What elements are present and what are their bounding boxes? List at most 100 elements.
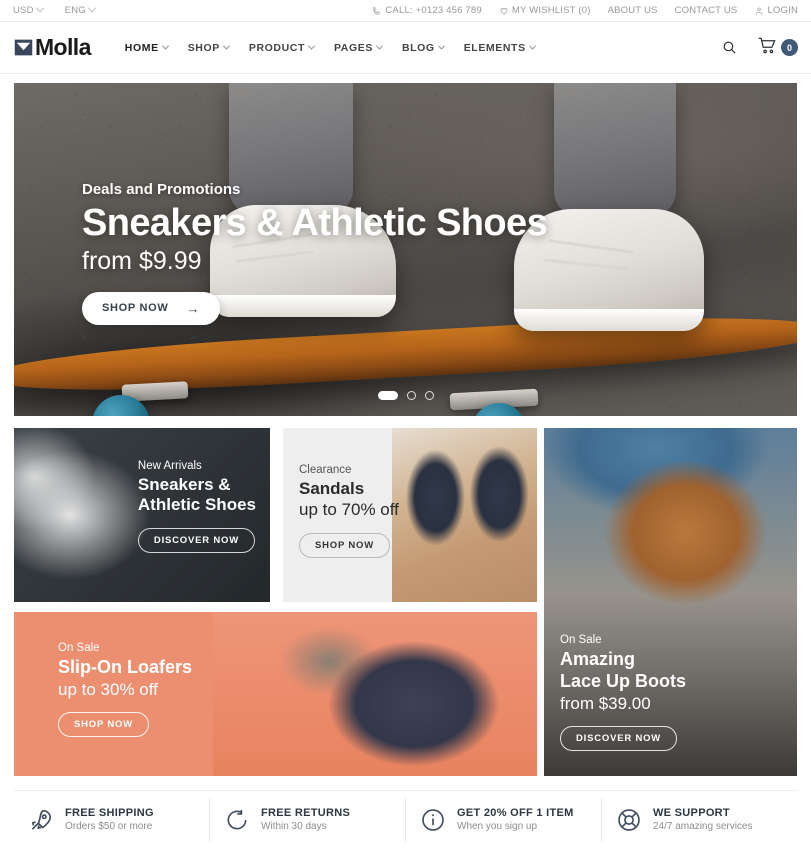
promo-kicker: On Sale [58,642,100,654]
main-navigation: HOME SHOP PRODUCT PAGES BLOG ELEMENTS [123,36,537,60]
promo-card-loafers-image [212,612,537,776]
nav-item-shop[interactable]: SHOP [186,36,231,60]
promo-title-line2: Lace Up Boots [560,670,687,691]
feature-text: FREE SHIPPING Orders $50 or more [65,807,154,832]
login-link[interactable]: LOGIN [754,5,798,16]
language-selector[interactable]: ENG [64,3,97,16]
chevron-down-icon [222,42,230,50]
wishlist-label: MY WISHLIST (0) [511,5,591,16]
promo-kicker: Clearance [299,464,352,476]
nav-label-blog: BLOG [401,41,435,54]
chevron-down-icon [437,42,445,50]
login-label: LOGIN [767,5,798,16]
feature-title: FREE RETURNS [261,807,351,819]
chevron-down-icon [87,3,97,12]
promo-card-boots-body: On Sale Amazing Lace Up Boots from $39.0… [560,634,687,752]
chevron-down-icon [375,42,384,50]
hero-slider[interactable]: Deals and Promotions Sneakers & Athletic… [14,83,797,416]
feature-text: FREE RETURNS Within 30 days [261,807,350,832]
promo-grid: New Arrivals Sneakers & Athletic Shoes D… [14,428,797,776]
hero-shop-now-button[interactable]: SHOP NOW → [82,291,221,325]
service-feature-bar: FREE SHIPPING Orders $50 or more FREE RE… [14,790,797,848]
nav-label-elements: ELEMENTS [463,41,526,54]
shop-now-button[interactable]: SHOP NOW [58,712,150,738]
nav-label-product: PRODUCT [248,41,305,54]
hero-shop-now-label: SHOP NOW [102,302,169,315]
discover-now-button[interactable]: DISCOVER NOW [137,527,255,553]
cart-button[interactable]: 0 [758,36,798,60]
call-label: CALL: +0123 456 789 [385,5,482,16]
nav-item-home[interactable]: HOME [123,36,170,60]
promo-subtitle: from $39.00 [560,693,651,713]
header-actions: 0 [721,36,798,60]
chevron-down-icon [528,42,536,50]
promo-title: Slip-On Loafers [58,657,193,677]
nav-item-blog[interactable]: BLOG [400,36,446,60]
promo-card-sandals[interactable]: Clearance Sandals up to 70% off SHOP NOW [283,428,537,602]
feature-get-20-off: GET 20% OFF 1 ITEM When you sign up [405,797,601,842]
hero-content: Deals and Promotions Sneakers & Athletic… [82,181,548,325]
call-link[interactable]: CALL: +0123 456 789 [372,5,482,16]
promo-card-sneakers-body: New Arrivals Sneakers & Athletic Shoes D… [137,460,256,553]
feature-subtitle: Orders $50 or more [65,821,153,832]
promo-card-loafers[interactable]: On Sale Slip-On Loafers up to 30% off SH… [14,612,537,776]
nav-item-product[interactable]: PRODUCT [247,36,316,60]
nav-label-home: HOME [124,41,159,54]
logo-text: Molla [35,34,91,60]
chevron-down-icon [307,42,316,50]
feature-title: GET 20% OFF 1 ITEM [457,807,574,819]
discover-now-button[interactable]: DISCOVER NOW [560,726,678,752]
language-label: ENG [64,5,86,16]
contact-us-label: CONTACT US [674,5,738,16]
feature-we-support: WE SUPPORT 24/7 amazing services [601,797,797,842]
site-header: Molla HOME SHOP PRODUCT PAGES BLOG ELEME… [0,22,811,74]
hero-title: Sneakers & Athletic Shoes [82,202,548,244]
promo-title-line2: Athletic Shoes [137,495,256,515]
chevron-down-icon [35,3,44,12]
top-bar-left: USD ENG [13,3,97,16]
wishlist-link[interactable]: MY WISHLIST (0) [499,5,591,16]
feature-subtitle: When you sign up [457,821,538,832]
phone-icon [372,6,382,16]
hero-price: from $9.99 [82,246,202,275]
top-bar: USD ENG CALL: +0123 456 789 MY WISHLIST … [0,0,811,22]
about-us-link[interactable]: ABOUT US [608,5,658,16]
hero-dot-3[interactable] [424,391,434,400]
nav-item-elements[interactable]: ELEMENTS [462,36,537,60]
molla-m-icon [13,37,34,58]
hero-jeans-right [554,83,676,217]
currency-label: USD [13,5,34,16]
promo-kicker: On Sale [560,634,602,646]
feature-free-shipping: FREE SHIPPING Orders $50 or more [14,798,209,842]
user-icon [754,6,764,16]
hero-pagination [14,391,797,400]
heart-icon [499,6,509,16]
feature-subtitle: Within 30 days [261,821,327,832]
lifebuoy-icon [616,807,642,833]
hero-dot-2[interactable] [406,391,416,400]
promo-title-line1: Sneakers & [137,475,231,494]
search-icon[interactable] [721,39,738,56]
nav-item-pages[interactable]: PAGES [332,36,384,60]
feature-title: FREE SHIPPING [65,807,154,819]
feature-text: WE SUPPORT 24/7 amazing services [653,807,753,832]
shop-now-button[interactable]: SHOP NOW [299,532,391,558]
cart-count-badge: 0 [781,39,798,56]
chevron-down-icon [161,42,169,50]
promo-card-sandals-image [392,428,537,602]
rotate-arrow-icon [224,807,250,833]
rocket-icon [28,807,54,833]
promo-subtitle: up to 70% off [299,500,399,520]
page-root: USD ENG CALL: +0123 456 789 MY WISHLIST … [0,0,811,862]
arrow-right-icon: → [186,300,201,316]
promo-subtitle: up to 30% off [58,679,158,699]
logo[interactable]: Molla [13,36,91,59]
currency-selector[interactable]: USD [13,3,44,16]
hero-dot-1[interactable] [377,391,398,400]
promo-card-boots[interactable]: On Sale Amazing Lace Up Boots from $39.0… [544,428,797,776]
promo-card-sandals-body: Clearance Sandals up to 70% off SHOP NOW [299,464,399,558]
about-us-label: ABOUT US [607,5,658,16]
promo-card-sneakers[interactable]: New Arrivals Sneakers & Athletic Shoes D… [14,428,270,602]
contact-us-link[interactable]: CONTACT US [675,5,738,16]
promo-title: Sandals [299,479,365,498]
